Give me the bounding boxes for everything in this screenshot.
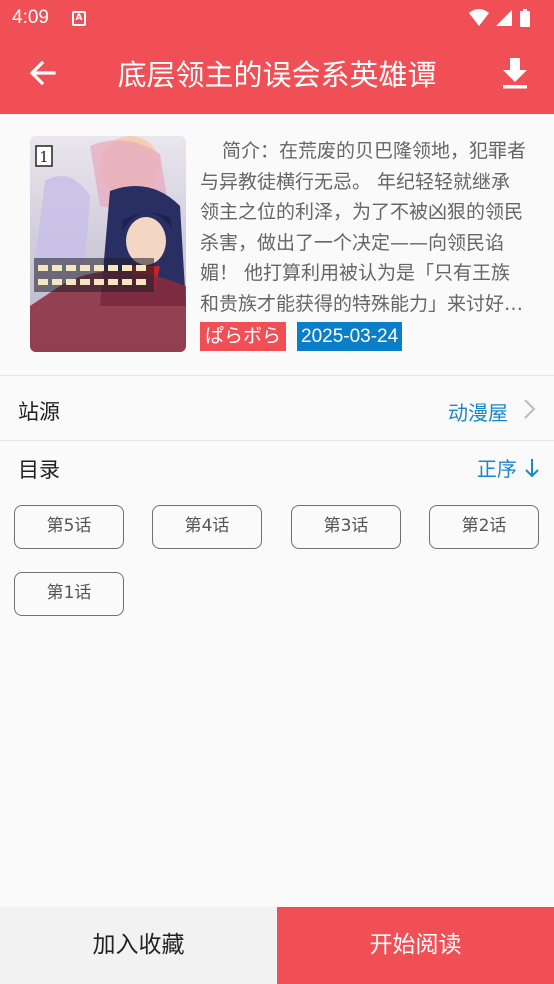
chapter-button[interactable]: 第2话: [429, 505, 539, 549]
cover-volume-number: 1: [39, 148, 49, 166]
download-icon[interactable]: [498, 56, 532, 90]
battery-icon: [520, 9, 530, 27]
signal-icon: [496, 10, 512, 26]
sort-order-toggle[interactable]: 正序: [477, 453, 540, 482]
comic-description: 简介：在荒废的贝巴隆领地，犯罪者与异教徒横行无忌。 年纪轻轻就继承领主之位的利泽…: [200, 140, 526, 315]
comic-cover-image[interactable]: 1: [30, 136, 186, 352]
bottom-action-bar: 加入收藏 开始阅读: [0, 907, 554, 984]
chapter-button[interactable]: 第4话: [152, 505, 262, 549]
source-row[interactable]: 站源 动漫屋: [0, 376, 554, 440]
toc-label: 目录: [18, 458, 60, 482]
status-bar: 4:09 A: [0, 0, 554, 36]
start-reading-button[interactable]: 开始阅读: [277, 907, 554, 984]
sort-order-label: 正序: [476, 457, 517, 481]
chevron-right-icon: [524, 399, 536, 419]
add-favorite-button[interactable]: 加入收藏: [0, 907, 277, 984]
chapter-button[interactable]: 第5话: [14, 505, 124, 549]
wifi-icon: [469, 9, 489, 26]
update-date-tag: 2025-03-24: [297, 322, 403, 351]
author-tag[interactable]: ぱらボら: [200, 322, 287, 351]
app-bar: 底层领主的误会系英雄谭: [0, 36, 554, 114]
source-label: 站源: [18, 400, 60, 424]
page-title: 底层领主的误会系英雄谭: [117, 58, 437, 92]
chapter-button[interactable]: 第3话: [291, 505, 401, 549]
chapter-button[interactable]: 第1话: [14, 572, 124, 616]
notification-a-icon: A: [72, 11, 86, 26]
source-value: 动漫屋: [448, 401, 508, 425]
arrow-left-icon[interactable]: [26, 56, 60, 90]
status-time: 4:09: [12, 7, 49, 28]
toc-row: 目录 正序: [0, 441, 554, 491]
arrow-down-icon: [525, 459, 539, 478]
status-icons: [469, 9, 530, 27]
